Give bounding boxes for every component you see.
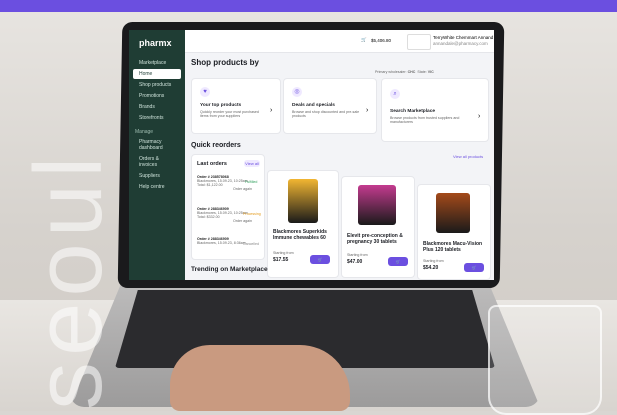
- status-badge: Cancelled: [243, 242, 259, 246]
- heart-icon: ♥: [200, 87, 210, 97]
- status-badge: Processing: [243, 212, 261, 216]
- hand: [170, 345, 350, 411]
- product-name: Blackmores Macu-Vision Plus 120 tablets: [423, 241, 483, 253]
- sidebar-item-brands[interactable]: Brands: [133, 102, 181, 112]
- last-orders-card: Last orders View all Order # 238578068 B…: [191, 154, 265, 260]
- water-glass: [488, 305, 602, 415]
- chevron-right-icon: ›: [270, 107, 273, 114]
- user-email: annandale@pharmacy.com: [433, 41, 488, 46]
- main-content: 🛒 $5,406.80 TerryWhite Chemmart Annandal…: [185, 30, 494, 280]
- card-desc: Browse and shop discounted and pre-sale …: [292, 110, 360, 118]
- trending-title: Trending on Marketplace: [191, 266, 268, 273]
- list-item[interactable]: Order # 288346909 Blackmores, 15.09.23, …: [197, 207, 261, 223]
- add-to-cart-button[interactable]: 🛒: [388, 257, 408, 266]
- sidebar-item-orders[interactable]: Orders & invoices: [133, 154, 181, 170]
- list-item[interactable]: Order # 288346909 Blackmores, 15.09.23, …: [197, 237, 259, 246]
- sidebar-item-storefronts[interactable]: Storefronts: [133, 113, 181, 123]
- status-badge: Fulfilled: [245, 180, 258, 184]
- product-image: [358, 185, 396, 225]
- product-price: $17.55: [273, 257, 289, 263]
- search-icon: ⌕: [390, 89, 400, 99]
- card-title: Deals and specials: [292, 103, 335, 108]
- wholesaler-label: Primary wholesaler:: [375, 70, 407, 74]
- sidebar: pharmx Marketplace Home Shop products Pr…: [129, 30, 185, 280]
- state-value: VIC: [427, 70, 434, 74]
- product-price: $47.00: [347, 259, 363, 265]
- product-card[interactable]: Elevit pre-conception & pregnancy 30 tab…: [341, 176, 415, 278]
- product-price: $54.20: [423, 265, 439, 271]
- sidebar-item-pharmacy-dashboard[interactable]: Pharmacy dashboard: [133, 137, 181, 153]
- product-image: [288, 179, 318, 223]
- wholesaler-value: CHC: [407, 70, 416, 74]
- starting-from-label: Starting from: [347, 253, 368, 257]
- avatar[interactable]: [407, 34, 431, 50]
- sidebar-item-help-centre[interactable]: Help centre: [133, 182, 181, 192]
- card-desc: Quickly reorder your most purchased item…: [200, 110, 259, 118]
- quick-reorders-title: Quick reorders: [191, 142, 241, 149]
- sidebar-item-home[interactable]: Home: [133, 69, 181, 79]
- wholesaler-filter[interactable]: Primary wholesaler: CHC State: VIC: [375, 70, 434, 74]
- product-card[interactable]: Blackmores Superkids Immune chewables 60…: [267, 170, 339, 278]
- view-all-products-link[interactable]: View all products: [453, 154, 483, 159]
- watermark-text: seoul: [15, 150, 122, 411]
- shop-card-deals[interactable]: ◎ Deals and specials Browse and shop dis…: [283, 78, 377, 134]
- sidebar-item-suppliers[interactable]: Suppliers: [133, 171, 181, 181]
- state-label: State:: [417, 70, 427, 74]
- shop-title: Shop products by: [191, 58, 259, 67]
- sidebar-section-manage: Manage: [135, 129, 154, 135]
- user-name: TerryWhite Chemmart Annandale: [433, 35, 493, 40]
- order-again-link[interactable]: Order again: [233, 219, 252, 223]
- sidebar-item-promotions[interactable]: Promotions: [133, 91, 181, 101]
- product-image: [436, 193, 470, 233]
- chevron-right-icon: ›: [478, 113, 481, 120]
- cart-amount: $5,406.80: [371, 38, 392, 43]
- card-title: Your top products: [200, 103, 242, 108]
- app-logo: pharmx: [139, 38, 172, 48]
- order-again-link[interactable]: Order again: [233, 187, 252, 191]
- product-card[interactable]: Blackmores Macu-Vision Plus 120 tablets …: [417, 184, 491, 280]
- add-to-cart-button[interactable]: 🛒: [310, 255, 330, 264]
- sidebar-item-shop-products[interactable]: Shop products: [133, 80, 181, 90]
- shop-card-top-products[interactable]: ♥ Your top products Quickly reorder your…: [191, 78, 281, 134]
- add-to-cart-button[interactable]: 🛒: [464, 263, 484, 272]
- tag-icon: ◎: [292, 87, 302, 97]
- last-orders-title: Last orders: [197, 161, 227, 167]
- view-all-orders-button[interactable]: View all: [244, 160, 260, 167]
- card-title: Search Marketplace: [390, 109, 436, 114]
- card-desc: Browse products from trusted suppliers a…: [390, 116, 460, 124]
- shop-card-search[interactable]: ⌕ Search Marketplace Browse products fro…: [381, 78, 489, 142]
- chevron-right-icon: ›: [366, 107, 369, 114]
- cart-icon[interactable]: 🛒: [361, 37, 367, 43]
- sidebar-item-marketplace[interactable]: Marketplace: [133, 58, 181, 68]
- product-name: Elevit pre-conception & pregnancy 30 tab…: [347, 233, 403, 245]
- list-item[interactable]: Order # 238578068 Blackmores, 15.09.23, …: [197, 175, 259, 191]
- top-bar: 🛒 $5,406.80 TerryWhite Chemmart Annandal…: [185, 30, 494, 53]
- laptop-screen: pharmx Marketplace Home Shop products Pr…: [129, 30, 494, 280]
- top-accent-band: [0, 0, 617, 12]
- starting-from-label: Starting from: [273, 251, 294, 255]
- starting-from-label: Starting from: [423, 259, 444, 263]
- product-name: Blackmores Superkids Immune chewables 60: [273, 229, 327, 241]
